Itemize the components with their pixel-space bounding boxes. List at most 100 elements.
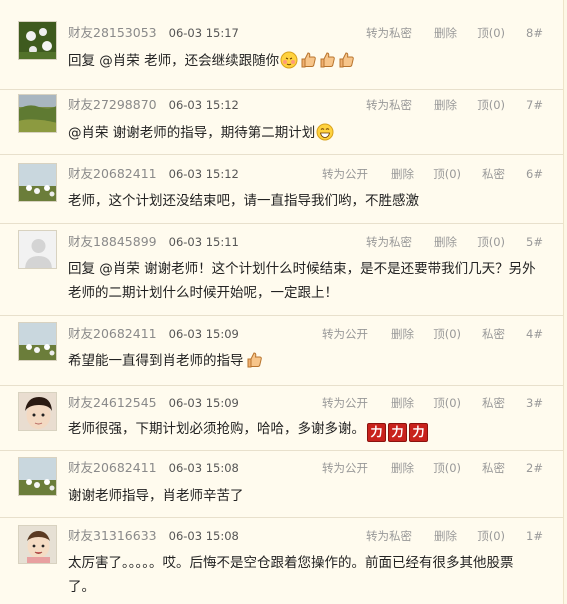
- upvote-button[interactable]: 顶(0): [477, 24, 505, 42]
- make-public-button[interactable]: 转为公开: [322, 165, 368, 183]
- upvote-button[interactable]: 顶(0): [477, 96, 505, 114]
- comment-content: 回复 @肖荣 老师，还会继续跟随你: [68, 50, 538, 73]
- timestamp: 06-03 15:09: [168, 396, 239, 410]
- comment-header: 财友20682411 06-03 15:08: [68, 459, 239, 477]
- comment-item: 财友18845899 06-03 15:11 转为私密 删除 顶(0) 5# 回复…: [0, 224, 563, 316]
- delete-button[interactable]: 删除: [434, 96, 457, 114]
- username[interactable]: 财友20682411: [68, 460, 157, 475]
- make-private-button[interactable]: 转为私密: [366, 527, 412, 545]
- upvote-button[interactable]: 顶(0): [477, 233, 505, 251]
- upvote-button[interactable]: 顶(0): [433, 459, 461, 477]
- comment-content: 太厉害了。。。。。哎。后悔不是空仓跟着您操作的。前面已经有很多其他股票了。: [68, 551, 538, 599]
- make-public-button[interactable]: 转为公开: [322, 459, 368, 477]
- timestamp: 06-03 15:12: [168, 167, 239, 181]
- avatar[interactable]: [18, 392, 57, 431]
- avatar[interactable]: [18, 21, 57, 60]
- delete-button[interactable]: 删除: [391, 325, 414, 343]
- avatar[interactable]: [18, 230, 57, 269]
- make-private-button[interactable]: 转为私密: [366, 96, 412, 114]
- timestamp: 06-03 15:12: [168, 98, 239, 112]
- comment-text: 回复 @肖荣 谢谢老师！这个计划什么时候结束，是不是还要带我们几天？另外老师的二…: [68, 261, 536, 301]
- comment-header: 财友31316633 06-03 15:08: [68, 527, 239, 545]
- grin-face-emoticon: [316, 123, 334, 141]
- comment-text: 老师，这个计划还没结束吧，请一直指导我们哟，不胜感激: [68, 193, 419, 209]
- username[interactable]: 财友18845899: [68, 234, 157, 249]
- avatar[interactable]: [18, 457, 57, 496]
- comment-text: 回复 @肖荣 老师，还会继续跟随你: [68, 53, 280, 69]
- comment-item: 财友27298870 06-03 15:12 转为私密 删除 顶(0) 7# @肖…: [0, 90, 563, 155]
- floor-number: 1#: [526, 529, 543, 543]
- timestamp: 06-03 15:08: [168, 461, 239, 475]
- power-emoticon: 力: [409, 423, 428, 442]
- floor-number: 2#: [526, 461, 543, 475]
- comment-text: 希望能一直得到肖老师的指导: [68, 353, 244, 369]
- power-emoticon: 力: [367, 423, 386, 442]
- comment-content: 谢谢老师指导，肖老师辛苦了: [68, 485, 538, 508]
- comment-text: @肖荣 谢谢老师的指导，期待第二期计划: [68, 125, 316, 141]
- delete-button[interactable]: 删除: [434, 24, 457, 42]
- delete-button[interactable]: 删除: [434, 233, 457, 251]
- default-avatar-icon: [19, 231, 56, 268]
- comment-text: 谢谢老师指导，肖老师辛苦了: [68, 488, 244, 504]
- username[interactable]: 财友20682411: [68, 326, 157, 341]
- delete-button[interactable]: 删除: [391, 165, 414, 183]
- username[interactable]: 财友31316633: [68, 528, 157, 543]
- username[interactable]: 财友27298870: [68, 97, 157, 112]
- delete-button[interactable]: 删除: [391, 394, 414, 412]
- comment-header: 财友28153053 06-03 15:17: [68, 24, 239, 42]
- floor-number: 7#: [526, 98, 543, 112]
- comment-item: 财友24612545 06-03 15:09 转为公开 删除 顶(0) 私密 3#…: [0, 386, 563, 451]
- avatar[interactable]: [18, 322, 57, 361]
- comment-content: 希望能一直得到肖老师的指导: [68, 350, 538, 373]
- comment-content: @肖荣 谢谢老师的指导，期待第二期计划: [68, 122, 538, 145]
- comment-header: 财友27298870 06-03 15:12: [68, 96, 239, 114]
- delete-button[interactable]: 删除: [434, 527, 457, 545]
- username[interactable]: 财友24612545: [68, 395, 157, 410]
- floor-number: 3#: [526, 396, 543, 410]
- private-button[interactable]: 私密: [482, 165, 505, 183]
- private-button[interactable]: 私密: [482, 459, 505, 477]
- username[interactable]: 财友20682411: [68, 166, 157, 181]
- username[interactable]: 财友28153053: [68, 25, 157, 40]
- thumbs-up-emoticon: [339, 52, 354, 68]
- make-public-button[interactable]: 转为公开: [322, 394, 368, 412]
- private-button[interactable]: 私密: [482, 325, 505, 343]
- comment-header: 财友24612545 06-03 15:09: [68, 394, 239, 412]
- avatar[interactable]: [18, 163, 57, 202]
- thumbs-up-emoticon: [301, 52, 316, 68]
- comment-header: 财友20682411 06-03 15:09: [68, 325, 239, 343]
- comment-content: 老师，这个计划还没结束吧，请一直指导我们哟，不胜感激: [68, 190, 538, 213]
- avatar[interactable]: [18, 525, 57, 564]
- comment-item: 财友28153053 06-03 15:17 转为私密 删除 顶(0) 8# 回复…: [0, 0, 563, 90]
- floor-number: 8#: [526, 26, 543, 40]
- private-button[interactable]: 私密: [482, 394, 505, 412]
- floor-number: 4#: [526, 327, 543, 341]
- floor-number: 5#: [526, 235, 543, 249]
- comment-item: 财友20682411 06-03 15:09 转为公开 删除 顶(0) 私密 4#…: [0, 316, 563, 386]
- comment-text: 太厉害了。。。。。哎。后悔不是空仓跟着您操作的。前面已经有很多其他股票了。: [68, 555, 514, 595]
- comment-item: 财友31316633 06-03 15:08 转为私密 删除 顶(0) 1# 太厉…: [0, 518, 563, 604]
- floor-number: 6#: [526, 167, 543, 181]
- comment-item: 财友20682411 06-03 15:08 转为公开 删除 顶(0) 私密 2#…: [0, 451, 563, 518]
- make-private-button[interactable]: 转为私密: [366, 233, 412, 251]
- power-emoticon: 力: [388, 423, 407, 442]
- comment-content: 老师很强，下期计划必须抢购，哈哈，多谢多谢。力力力: [68, 418, 538, 442]
- avatar[interactable]: [18, 94, 57, 133]
- comment-list: 财友28153053 06-03 15:17 转为私密 删除 顶(0) 8# 回复…: [0, 0, 564, 604]
- upvote-button[interactable]: 顶(0): [477, 527, 505, 545]
- thumbs-up-emoticon: [247, 352, 262, 368]
- timestamp: 06-03 15:11: [168, 235, 239, 249]
- comment-item: 财友20682411 06-03 15:12 转为公开 删除 顶(0) 私密 6#…: [0, 155, 563, 224]
- upvote-button[interactable]: 顶(0): [433, 165, 461, 183]
- upvote-button[interactable]: 顶(0): [433, 394, 461, 412]
- make-private-button[interactable]: 转为私密: [366, 24, 412, 42]
- comment-content: 回复 @肖荣 谢谢老师！这个计划什么时候结束，是不是还要带我们几天？另外老师的二…: [68, 257, 538, 305]
- shy-face-emoticon: [280, 51, 298, 69]
- timestamp: 06-03 15:08: [168, 529, 239, 543]
- upvote-button[interactable]: 顶(0): [433, 325, 461, 343]
- comment-header: 财友20682411 06-03 15:12: [68, 165, 239, 183]
- delete-button[interactable]: 删除: [391, 459, 414, 477]
- timestamp: 06-03 15:17: [168, 26, 239, 40]
- comment-text: 老师很强，下期计划必须抢购，哈哈，多谢多谢。: [68, 421, 365, 437]
- make-public-button[interactable]: 转为公开: [322, 325, 368, 343]
